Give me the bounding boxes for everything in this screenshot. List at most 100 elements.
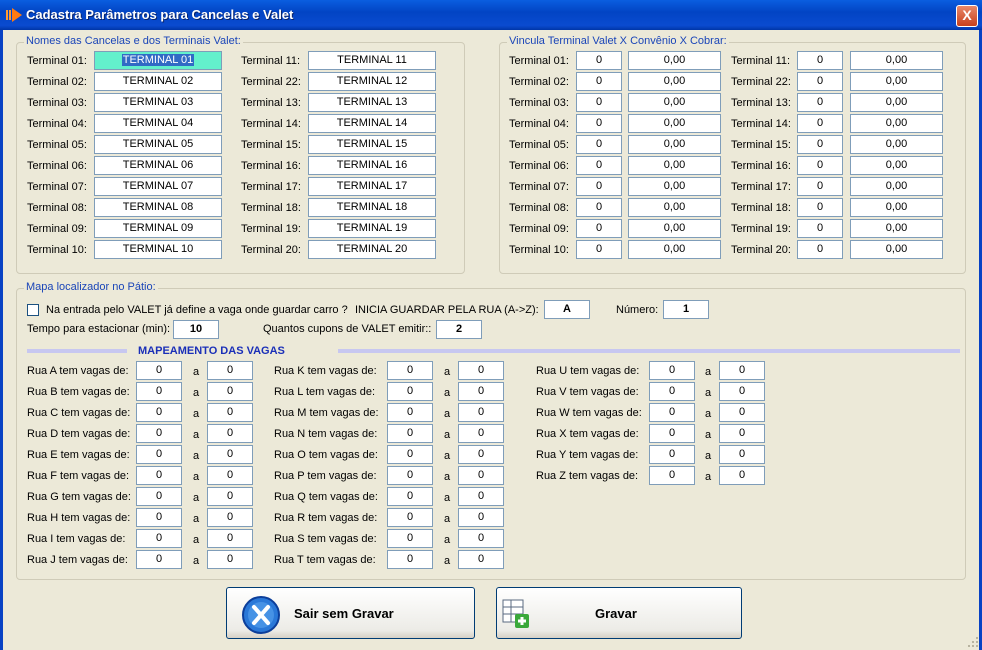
terminal-name-field[interactable]: TERMINAL 11 xyxy=(308,51,436,70)
cobrar-field[interactable]: 0,00 xyxy=(628,114,721,133)
terminal-name-field[interactable]: TERMINAL 02 xyxy=(94,72,222,91)
terminal-name-field[interactable]: TERMINAL 05 xyxy=(94,135,222,154)
rua-to-field[interactable]: 0 xyxy=(207,424,253,443)
numero-field[interactable]: 1 xyxy=(663,300,709,319)
terminal-name-field[interactable]: TERMINAL 01 xyxy=(94,51,222,70)
cobrar-field[interactable]: 0,00 xyxy=(628,198,721,217)
rua-to-field[interactable]: 0 xyxy=(458,529,504,548)
close-button[interactable]: X xyxy=(956,5,978,27)
rua-from-field[interactable]: 0 xyxy=(649,466,695,485)
rua-to-field[interactable]: 0 xyxy=(207,508,253,527)
convenio-field[interactable]: 0 xyxy=(576,72,622,91)
rua-from-field[interactable]: 0 xyxy=(136,403,182,422)
convenio-field[interactable]: 0 xyxy=(797,198,843,217)
rua-from-field[interactable]: 0 xyxy=(649,424,695,443)
rua-to-field[interactable]: 0 xyxy=(719,424,765,443)
rua-to-field[interactable]: 0 xyxy=(458,403,504,422)
convenio-field[interactable]: 0 xyxy=(797,177,843,196)
cobrar-field[interactable]: 0,00 xyxy=(850,198,943,217)
rua-from-field[interactable]: 0 xyxy=(136,466,182,485)
rua-from-field[interactable]: 0 xyxy=(136,550,182,569)
cobrar-field[interactable]: 0,00 xyxy=(850,177,943,196)
convenio-field[interactable]: 0 xyxy=(797,72,843,91)
rua-to-field[interactable]: 0 xyxy=(207,445,253,464)
terminal-name-field[interactable]: TERMINAL 03 xyxy=(94,93,222,112)
cupons-field[interactable]: 2 xyxy=(436,320,482,339)
rua-from-field[interactable]: 0 xyxy=(136,445,182,464)
cobrar-field[interactable]: 0,00 xyxy=(850,114,943,133)
cobrar-field[interactable]: 0,00 xyxy=(850,135,943,154)
cobrar-field[interactable]: 0,00 xyxy=(628,156,721,175)
convenio-field[interactable]: 0 xyxy=(576,198,622,217)
cobrar-field[interactable]: 0,00 xyxy=(850,156,943,175)
rua-from-field[interactable]: 0 xyxy=(387,466,433,485)
rua-from-field[interactable]: 0 xyxy=(387,508,433,527)
inicia-rua-field[interactable]: A xyxy=(544,300,590,319)
convenio-field[interactable]: 0 xyxy=(576,240,622,259)
convenio-field[interactable]: 0 xyxy=(797,135,843,154)
convenio-field[interactable]: 0 xyxy=(797,114,843,133)
convenio-field[interactable]: 0 xyxy=(797,51,843,70)
convenio-field[interactable]: 0 xyxy=(576,135,622,154)
cobrar-field[interactable]: 0,00 xyxy=(850,51,943,70)
rua-from-field[interactable]: 0 xyxy=(136,529,182,548)
rua-to-field[interactable]: 0 xyxy=(207,382,253,401)
rua-to-field[interactable]: 0 xyxy=(458,361,504,380)
rua-to-field[interactable]: 0 xyxy=(458,382,504,401)
rua-from-field[interactable]: 0 xyxy=(649,361,695,380)
rua-to-field[interactable]: 0 xyxy=(207,550,253,569)
terminal-name-field[interactable]: TERMINAL 12 xyxy=(308,72,436,91)
rua-from-field[interactable]: 0 xyxy=(387,487,433,506)
exit-without-save-button[interactable]: Sair sem Gravar xyxy=(226,587,475,639)
cobrar-field[interactable]: 0,00 xyxy=(850,240,943,259)
terminal-name-field[interactable]: TERMINAL 13 xyxy=(308,93,436,112)
rua-to-field[interactable]: 0 xyxy=(207,466,253,485)
rua-from-field[interactable]: 0 xyxy=(387,403,433,422)
rua-to-field[interactable]: 0 xyxy=(719,361,765,380)
rua-to-field[interactable]: 0 xyxy=(719,382,765,401)
rua-to-field[interactable]: 0 xyxy=(719,403,765,422)
cobrar-field[interactable]: 0,00 xyxy=(628,135,721,154)
terminal-name-field[interactable]: TERMINAL 20 xyxy=(308,240,436,259)
rua-from-field[interactable]: 0 xyxy=(649,403,695,422)
rua-from-field[interactable]: 0 xyxy=(387,361,433,380)
terminal-name-field[interactable]: TERMINAL 18 xyxy=(308,198,436,217)
rua-from-field[interactable]: 0 xyxy=(649,382,695,401)
convenio-field[interactable]: 0 xyxy=(576,177,622,196)
convenio-field[interactable]: 0 xyxy=(797,219,843,238)
convenio-field[interactable]: 0 xyxy=(797,93,843,112)
valet-define-checkbox[interactable] xyxy=(27,304,39,316)
terminal-name-field[interactable]: TERMINAL 16 xyxy=(308,156,436,175)
terminal-name-field[interactable]: TERMINAL 06 xyxy=(94,156,222,175)
rua-to-field[interactable]: 0 xyxy=(458,487,504,506)
rua-to-field[interactable]: 0 xyxy=(458,466,504,485)
rua-to-field[interactable]: 0 xyxy=(458,508,504,527)
terminal-name-field[interactable]: TERMINAL 08 xyxy=(94,198,222,217)
rua-from-field[interactable]: 0 xyxy=(649,445,695,464)
rua-from-field[interactable]: 0 xyxy=(136,508,182,527)
rua-from-field[interactable]: 0 xyxy=(387,550,433,569)
convenio-field[interactable]: 0 xyxy=(576,219,622,238)
cobrar-field[interactable]: 0,00 xyxy=(628,219,721,238)
terminal-name-field[interactable]: TERMINAL 19 xyxy=(308,219,436,238)
cobrar-field[interactable]: 0,00 xyxy=(628,51,721,70)
convenio-field[interactable]: 0 xyxy=(576,93,622,112)
rua-to-field[interactable]: 0 xyxy=(719,466,765,485)
convenio-field[interactable]: 0 xyxy=(576,114,622,133)
cobrar-field[interactable]: 0,00 xyxy=(850,219,943,238)
rua-to-field[interactable]: 0 xyxy=(207,403,253,422)
title-bar[interactable]: Cadastra Parâmetros para Cancelas e Vale… xyxy=(0,0,982,30)
rua-to-field[interactable]: 0 xyxy=(458,424,504,443)
terminal-name-field[interactable]: TERMINAL 07 xyxy=(94,177,222,196)
tempo-field[interactable]: 10 xyxy=(173,320,219,339)
terminal-name-field[interactable]: TERMINAL 17 xyxy=(308,177,436,196)
convenio-field[interactable]: 0 xyxy=(797,240,843,259)
rua-to-field[interactable]: 0 xyxy=(207,487,253,506)
terminal-name-field[interactable]: TERMINAL 09 xyxy=(94,219,222,238)
rua-to-field[interactable]: 0 xyxy=(458,550,504,569)
rua-to-field[interactable]: 0 xyxy=(207,361,253,380)
terminal-name-field[interactable]: TERMINAL 10 xyxy=(94,240,222,259)
rua-to-field[interactable]: 0 xyxy=(719,445,765,464)
cobrar-field[interactable]: 0,00 xyxy=(628,240,721,259)
cobrar-field[interactable]: 0,00 xyxy=(850,72,943,91)
